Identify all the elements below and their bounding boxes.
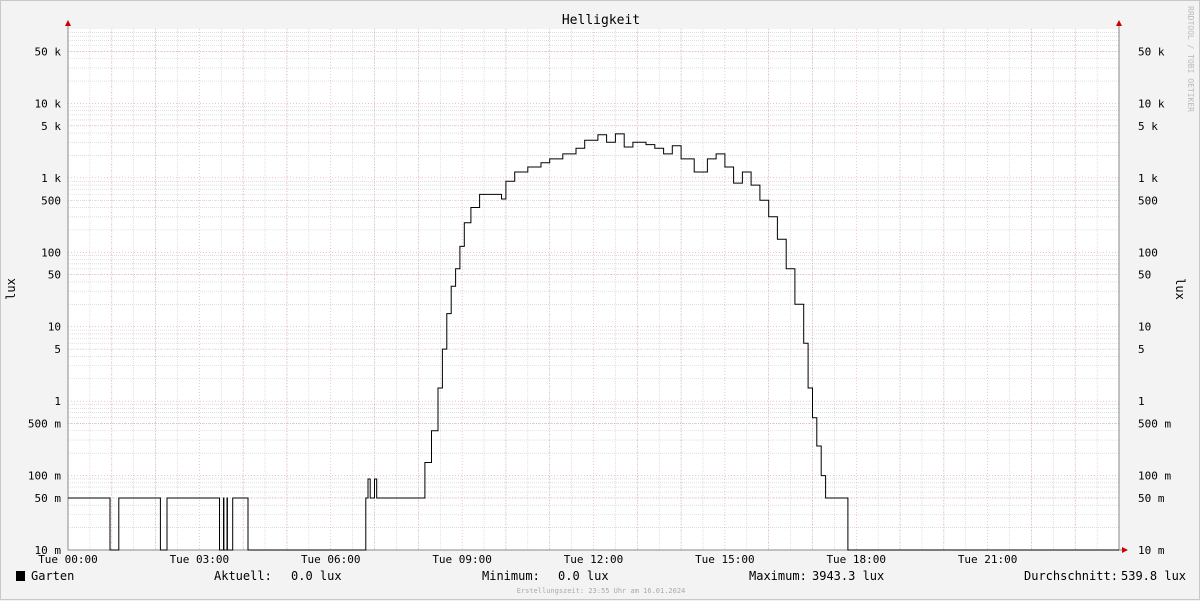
- x-tick-label: Tue 00:00: [38, 553, 98, 566]
- x-axis-arrow: [1122, 547, 1128, 553]
- legend-min-label: Minimum:: [482, 569, 540, 583]
- y-tick-label-left: 100 m: [28, 470, 61, 483]
- x-tick-label: Tue 18:00: [826, 553, 886, 566]
- y-tick-label-right: 10: [1138, 321, 1151, 334]
- y-tick-label-right: 100 m: [1138, 470, 1171, 483]
- y-tick-label-left: 10 k: [35, 97, 62, 110]
- y-tick-label-left: 5 k: [41, 120, 61, 133]
- y-axis-label-right: lux: [1173, 278, 1187, 300]
- legend-max-label: Maximum:: [749, 569, 807, 583]
- y-tick-label-right: 10 m: [1138, 544, 1165, 557]
- y-tick-label-right: 5 k: [1138, 120, 1158, 133]
- legend-series-name: Garten: [31, 569, 74, 583]
- footer-timestamp: Erstellungszeit: 23:55 Uhr am 16.01.2024: [517, 587, 686, 595]
- legend-max-value: 3943.3 lux: [812, 569, 884, 583]
- legend-swatch: [16, 571, 25, 581]
- chart-svg: 10 m 10 m50 m 50 m100 m 100 m500 m 500 m1 15 5…: [4, 6, 1195, 595]
- chart-title: Helligkeit: [562, 13, 640, 28]
- legend-current-label: Aktuell:: [214, 569, 272, 583]
- y-tick-label-right: 50 k: [1138, 45, 1165, 58]
- y-tick-label-left: 50 k: [35, 45, 62, 58]
- legend-current-value: 0.0 lux: [291, 569, 342, 583]
- y-tick-label-right: 500: [1138, 194, 1158, 207]
- y-tick-label-right: 1 k: [1138, 172, 1158, 185]
- y-tick-label-right: 10 k: [1138, 97, 1165, 110]
- y-axis-label-left: lux: [4, 278, 18, 300]
- x-tick-label: Tue 06:00: [301, 553, 361, 566]
- watermark: RRDTOOL / TOBI OETIKER: [1186, 6, 1195, 112]
- x-tick-label: Tue 15:00: [695, 553, 755, 566]
- y-tick-label-right: 1: [1138, 395, 1145, 408]
- y-tick-label-right: 100: [1138, 246, 1158, 259]
- y-tick-label-left: 50: [48, 269, 61, 282]
- y-tick-label-left: 50 m: [35, 492, 62, 505]
- x-tick-label: Tue 12:00: [564, 553, 624, 566]
- x-tick-label: Tue 03:00: [170, 553, 230, 566]
- y-axis-right-arrow: [1116, 20, 1122, 26]
- y-tick-label-left: 5: [54, 343, 61, 356]
- y-tick-label-left: 1 k: [41, 172, 61, 185]
- legend-min-value: 0.0 lux: [558, 569, 609, 583]
- y-tick-label-left: 1: [54, 395, 61, 408]
- y-tick-label-left: 100: [41, 246, 61, 259]
- y-tick-label-left: 500: [41, 194, 61, 207]
- chart-frame: 10 m 10 m 50 m 50 m 100 m 100 m 500 m 500 m1155…: [0, 0, 1200, 600]
- y-tick-label-left: 500 m: [28, 418, 61, 431]
- legend-avg-value: 539.8 lux: [1121, 569, 1186, 583]
- y-tick-label-right: 50: [1138, 269, 1151, 282]
- legend-avg-label: Durchschnitt:: [1024, 569, 1118, 583]
- y-tick-label-right: 5: [1138, 343, 1145, 356]
- legend: Garten Aktuell: 0.0 lux Minimum: 0.0 lux…: [16, 569, 1186, 583]
- y-tick-label-right: 50 m: [1138, 492, 1165, 505]
- x-tick-label: Tue 21:00: [958, 553, 1018, 566]
- y-tick-label-left: 10: [48, 321, 61, 334]
- x-tick-label: Tue 09:00: [432, 553, 492, 566]
- y-axis-left-arrow: [65, 20, 71, 26]
- y-tick-label-right: 500 m: [1138, 418, 1171, 431]
